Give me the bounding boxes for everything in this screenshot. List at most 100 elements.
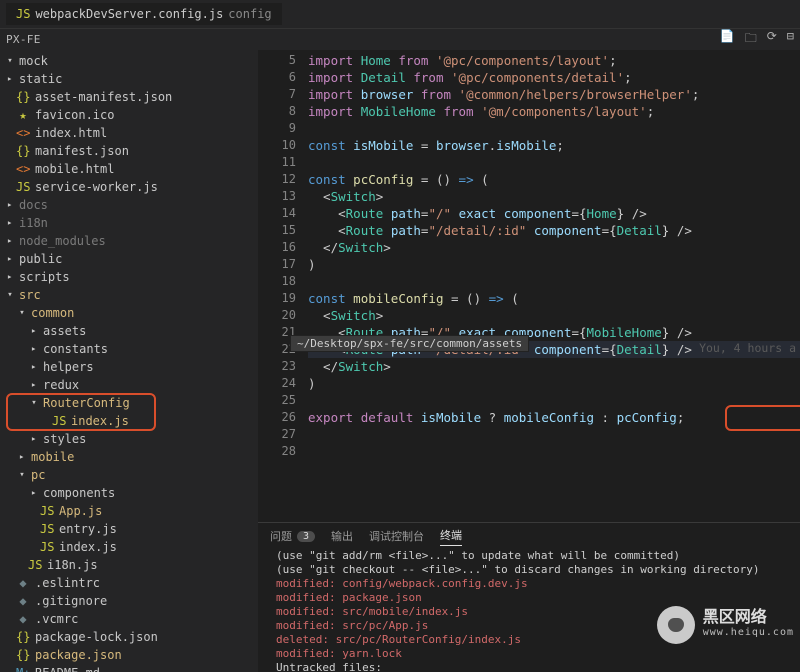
- tree-label: entry.js: [59, 520, 117, 538]
- collapse-all-icon[interactable]: ⊟: [787, 29, 794, 50]
- tree-folder[interactable]: ▾components: [0, 484, 258, 502]
- tree-folder[interactable]: ▾mock: [0, 52, 258, 70]
- code-line[interactable]: import Detail from '@pc/components/detai…: [308, 69, 800, 86]
- tree-file[interactable]: JSentry.js: [0, 520, 258, 538]
- tree-folder[interactable]: ▾docs: [0, 196, 258, 214]
- chevron-icon: ▾: [1, 199, 19, 211]
- editor-tab[interactable]: JS webpackDevServer.config.js config: [6, 3, 282, 25]
- code-line[interactable]: [308, 154, 800, 171]
- tree-label: styles: [43, 430, 86, 448]
- tree-file[interactable]: M↓README.md: [0, 664, 258, 672]
- file-icon: {}: [16, 88, 30, 106]
- code-line[interactable]: [308, 426, 800, 443]
- code-line[interactable]: const isMobile = browser.isMobile;: [308, 137, 800, 154]
- code-line[interactable]: <Route path="/" exact component={Home} /…: [308, 205, 800, 222]
- chevron-icon: ▾: [25, 325, 43, 337]
- code-editor[interactable]: 5678910111213141516171819202122232425262…: [258, 50, 800, 522]
- code-line[interactable]: [308, 273, 800, 290]
- file-icon: ◆: [16, 610, 30, 628]
- code-line[interactable]: const pcConfig = () => (: [308, 171, 800, 188]
- tree-file[interactable]: JSApp.js: [0, 502, 258, 520]
- tree-label: mobile.html: [35, 160, 114, 178]
- tree-file[interactable]: ★favicon.ico: [0, 106, 258, 124]
- tree-file[interactable]: JSi18n.js: [0, 556, 258, 574]
- tree-folder[interactable]: ▾pc: [0, 466, 258, 484]
- tree-label: .vcmrc: [35, 610, 78, 628]
- code-line[interactable]: import browser from '@common/helpers/bro…: [308, 86, 800, 103]
- tree-folder[interactable]: ▾public: [0, 250, 258, 268]
- code-line[interactable]: const mobileConfig = () => (: [308, 290, 800, 307]
- code-line[interactable]: ): [308, 375, 800, 392]
- tree-folder[interactable]: ▾static: [0, 70, 258, 88]
- js-file-icon: JS: [16, 7, 30, 21]
- tree-folder[interactable]: ▾constants: [0, 340, 258, 358]
- refresh-icon[interactable]: ⟳: [767, 29, 777, 50]
- tree-label: mobile: [31, 448, 74, 466]
- tree-file[interactable]: <>mobile.html: [0, 160, 258, 178]
- new-file-icon[interactable]: 📄: [720, 29, 735, 50]
- tree-folder[interactable]: ▾common: [0, 304, 258, 322]
- code-line[interactable]: ): [308, 256, 800, 273]
- tree-label: redux: [43, 376, 79, 394]
- file-icon: ◆: [16, 574, 30, 592]
- tree-file[interactable]: ◆ .vcmrc: [0, 610, 258, 628]
- code-line[interactable]: <Switch>: [308, 307, 800, 324]
- tree-file[interactable]: JSservice-worker.js: [0, 178, 258, 196]
- chevron-icon: ▾: [28, 394, 40, 412]
- file-explorer[interactable]: ▾mock▾static{}asset-manifest.json★favico…: [0, 50, 258, 672]
- tree-label: constants: [43, 340, 108, 358]
- tree-file[interactable]: {}package-lock.json: [0, 628, 258, 646]
- tab-terminal[interactable]: 终端: [440, 527, 462, 546]
- tree-folder[interactable]: ▾node_modules: [0, 232, 258, 250]
- tree-file[interactable]: <>index.html: [0, 124, 258, 142]
- tree-folder[interactable]: ▾RouterConfig: [0, 394, 258, 412]
- tab-debug-console[interactable]: 调试控制台: [369, 528, 424, 544]
- code-line[interactable]: </Switch>: [308, 358, 800, 375]
- problems-badge: 3: [297, 531, 315, 542]
- tree-file[interactable]: {}asset-manifest.json: [0, 88, 258, 106]
- editor-area: 5678910111213141516171819202122232425262…: [258, 50, 800, 672]
- tree-folder[interactable]: ▾src: [0, 286, 258, 304]
- tree-folder[interactable]: ▾i18n: [0, 214, 258, 232]
- tree-file[interactable]: JSindex.js: [0, 538, 258, 556]
- tree-label: RouterConfig: [43, 394, 130, 412]
- file-icon: JS: [40, 502, 54, 520]
- tree-label: helpers: [43, 358, 94, 376]
- tree-folder[interactable]: ▾mobile: [0, 448, 258, 466]
- code-line[interactable]: </Switch>: [308, 239, 800, 256]
- code-line[interactable]: <Switch>: [308, 188, 800, 205]
- tree-file[interactable]: {}manifest.json: [0, 142, 258, 160]
- tab-output[interactable]: 输出: [331, 528, 353, 544]
- code-line[interactable]: import MobileHome from '@m/components/la…: [308, 103, 800, 120]
- code-line[interactable]: import Home from '@pc/components/layout'…: [308, 52, 800, 69]
- tree-label: service-worker.js: [35, 178, 158, 196]
- tree-folder[interactable]: ▾scripts: [0, 268, 258, 286]
- tree-label: docs: [19, 196, 48, 214]
- tree-folder[interactable]: ▾helpers: [0, 358, 258, 376]
- chevron-icon: ▾: [1, 253, 19, 265]
- code-line[interactable]: [308, 443, 800, 460]
- tree-folder[interactable]: ▾assets: [0, 322, 258, 340]
- tree-file[interactable]: ◆.gitignore: [0, 592, 258, 610]
- tab-problems[interactable]: 问题 3: [270, 528, 315, 544]
- tree-folder[interactable]: ▾styles: [0, 430, 258, 448]
- tree-file[interactable]: JSindex.js: [0, 412, 258, 430]
- tree-folder[interactable]: ▾redux: [0, 376, 258, 394]
- code-line[interactable]: [308, 120, 800, 137]
- watermark-logo-icon: [657, 606, 695, 644]
- code-line[interactable]: export default isMobile ? mobileConfig :…: [308, 409, 800, 426]
- tree-file[interactable]: ◆.eslintrc: [0, 574, 258, 592]
- new-folder-icon[interactable]: 🗀: [745, 29, 757, 50]
- terminal-line: (use "git checkout -- <file>..." to disc…: [276, 563, 788, 577]
- bottom-panel: 问题 3 输出 调试控制台 终端 (use "git add/rm <file>…: [258, 522, 800, 672]
- tree-label: package-lock.json: [35, 628, 158, 646]
- code-line[interactable]: <Route path="/detail/:id" component={Det…: [308, 222, 800, 239]
- code-content[interactable]: import Home from '@pc/components/layout'…: [308, 50, 800, 522]
- tree-label: pc: [31, 466, 45, 484]
- explorer-actions: 📄 🗀 ⟳ ⊟: [720, 29, 794, 50]
- terminal-line: (use "git add/rm <file>..." to update wh…: [276, 549, 788, 563]
- file-icon: <>: [16, 124, 30, 142]
- tree-label: index.js: [59, 538, 117, 556]
- tree-file[interactable]: {}package.json: [0, 646, 258, 664]
- code-line[interactable]: [308, 392, 800, 409]
